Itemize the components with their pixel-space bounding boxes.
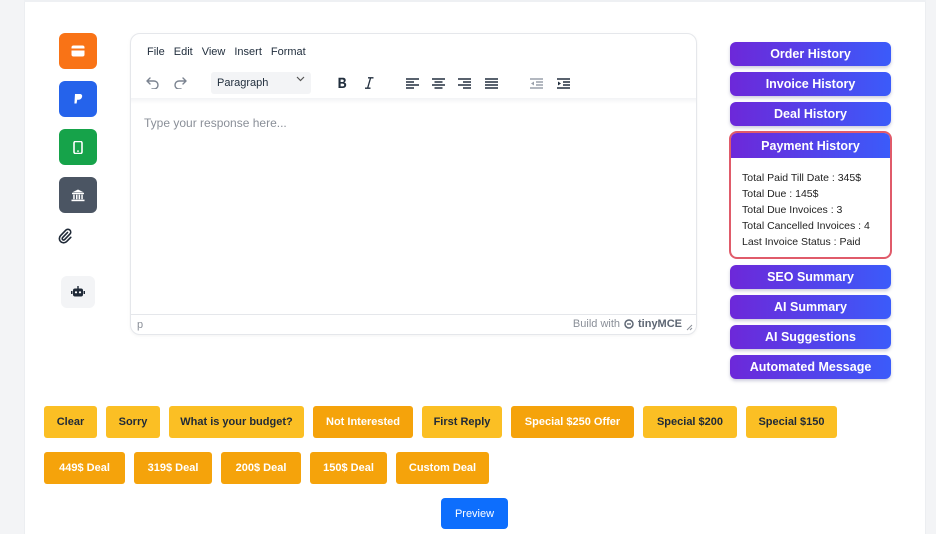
align-center-icon (431, 77, 445, 89)
mobile-payment-button[interactable] (59, 129, 97, 165)
quick-reply-budget[interactable]: What is your budget? (169, 406, 304, 438)
bank-icon (71, 189, 85, 201)
align-right-icon (457, 77, 471, 89)
menu-view[interactable]: View (202, 46, 226, 58)
quick-reply-special-200[interactable]: Special $200 (643, 406, 737, 438)
outdent-button[interactable] (528, 74, 544, 92)
chevron-down-icon (296, 76, 305, 82)
bold-icon (338, 77, 346, 88)
brand-name: tinyMCE (638, 318, 682, 330)
payment-history-button[interactable]: Payment History (731, 133, 890, 158)
italic-button[interactable] (361, 74, 377, 92)
tinymce-branding[interactable]: Build with tinyMCE (573, 318, 682, 330)
total-paid-line: Total Paid Till Date : 345$ (742, 172, 862, 184)
align-right-button[interactable] (456, 74, 472, 92)
block-format-select[interactable]: Paragraph (211, 72, 311, 94)
deal-history-button[interactable]: Deal History (730, 102, 891, 126)
outdent-icon (529, 77, 543, 89)
quick-reply-not-interested[interactable]: Not Interested (313, 406, 413, 438)
bank-transfer-button[interactable] (59, 177, 97, 213)
align-justify-icon (484, 77, 498, 89)
paypal-icon (74, 94, 83, 104)
quick-reply-319-deal[interactable]: 319$ Deal (134, 452, 212, 484)
paperclip-icon[interactable] (58, 228, 72, 244)
indent-icon (556, 77, 570, 89)
quick-reply-custom-deal[interactable]: Custom Deal (396, 452, 489, 484)
editor-statusbar: p Build with tinyMCE (131, 314, 696, 334)
menu-format[interactable]: Format (271, 46, 306, 58)
tinymce-logo-icon (624, 319, 634, 329)
editor-body-placeholder[interactable]: Type your response here... (144, 116, 287, 130)
total-due-line: Total Due : 145$ (742, 188, 819, 200)
ai-suggestions-button[interactable]: AI Suggestions (730, 325, 891, 349)
bold-button[interactable] (334, 74, 350, 92)
mobile-icon (73, 140, 83, 154)
paypal-button[interactable] (59, 81, 97, 117)
ai-summary-button[interactable]: AI Summary (730, 295, 891, 319)
seo-summary-button[interactable]: SEO Summary (730, 265, 891, 289)
align-center-button[interactable] (430, 74, 446, 92)
align-justify-button[interactable] (483, 74, 499, 92)
menu-file[interactable]: File (147, 46, 165, 58)
quick-reply-sorry[interactable]: Sorry (106, 406, 160, 438)
editor-menubar: File Edit View Insert Format (147, 46, 315, 58)
rich-text-editor: File Edit View Insert Format Paragraph T… (130, 33, 697, 335)
redo-icon (174, 77, 187, 89)
top-divider (24, 0, 926, 2)
undo-icon (146, 77, 159, 89)
ai-bot-button[interactable] (61, 276, 95, 308)
invoice-history-button[interactable]: Invoice History (730, 72, 891, 96)
robot-icon (71, 286, 85, 297)
quick-reply-clear[interactable]: Clear (44, 406, 97, 438)
block-format-value: Paragraph (217, 77, 269, 89)
editor-toolbar: Paragraph (131, 68, 696, 98)
payment-summary: Total Paid Till Date : 345$ Total Due : … (742, 170, 870, 250)
quick-reply-first-reply[interactable]: First Reply (422, 406, 502, 438)
due-invoices-line: Total Due Invoices : 3 (742, 204, 843, 216)
indent-button[interactable] (555, 74, 571, 92)
brand-prefix: Build with (572, 318, 620, 330)
card-payment-button[interactable] (59, 33, 97, 69)
toolbar-shadow (131, 98, 696, 104)
resize-handle-icon[interactable] (686, 324, 693, 331)
cancelled-invoices-line: Total Cancelled Invoices : 4 (742, 220, 870, 232)
menu-edit[interactable]: Edit (174, 46, 193, 58)
menu-insert[interactable]: Insert (234, 46, 262, 58)
quick-reply-200-deal[interactable]: 200$ Deal (221, 452, 301, 484)
quick-reply-449-deal[interactable]: 449$ Deal (44, 452, 125, 484)
undo-button[interactable] (144, 74, 162, 92)
align-left-icon (405, 77, 419, 89)
order-history-button[interactable]: Order History (730, 42, 891, 66)
quick-reply-special-250[interactable]: Special $250 Offer (511, 406, 634, 438)
redo-button[interactable] (171, 74, 189, 92)
italic-icon (365, 77, 374, 89)
automated-message-button[interactable]: Automated Message (730, 355, 891, 379)
card-icon (71, 45, 85, 57)
quick-reply-special-150[interactable]: Special $150 (746, 406, 837, 438)
invoice-status-line: Last Invoice Status : Paid (742, 236, 861, 248)
preview-button[interactable]: Preview (441, 498, 508, 529)
align-left-button[interactable] (404, 74, 420, 92)
element-path[interactable]: p (137, 319, 143, 331)
payment-history-panel: Payment History Total Paid Till Date : 3… (729, 131, 892, 259)
quick-reply-150-deal[interactable]: 150$ Deal (310, 452, 387, 484)
